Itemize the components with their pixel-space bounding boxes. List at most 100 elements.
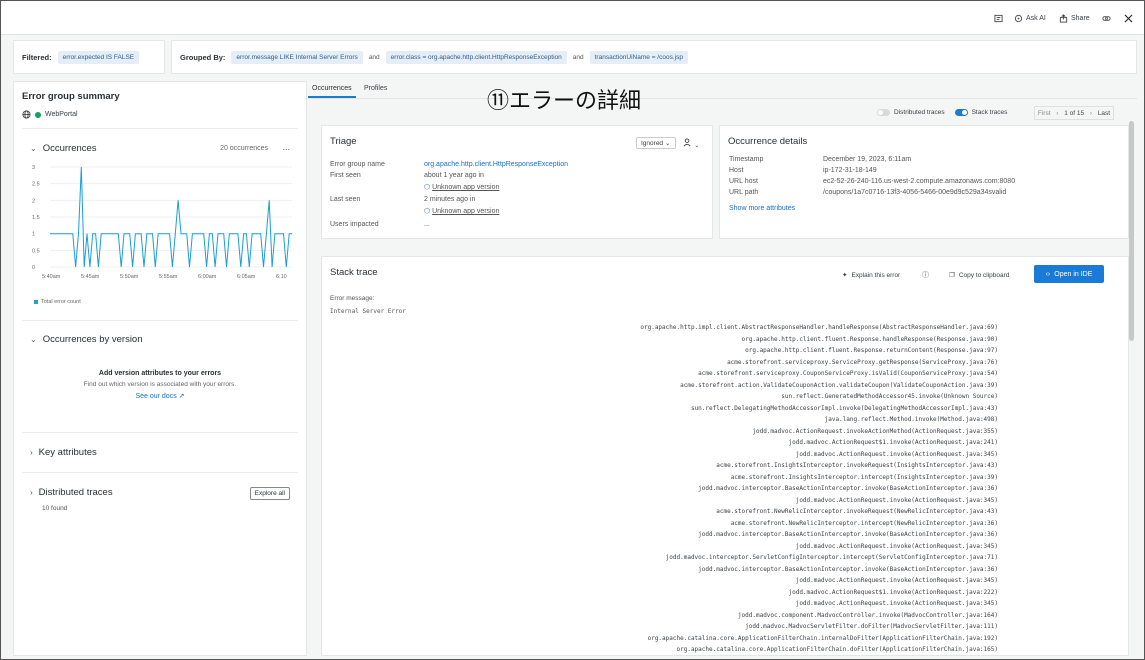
see-docs-link[interactable]: See our docs — [135, 393, 176, 400]
user-icon — [683, 138, 691, 147]
distributed-traces-toggle[interactable] — [877, 109, 890, 116]
occurrences-by-version-section: ⌄ Occurrences by version Add version att… — [22, 320, 298, 432]
stack-frame[interactable]: jodd.madvoc.ActionRequest$1.invoke(Actio… — [788, 589, 998, 596]
distributed-traces-section: › Distributed traces 10 found Explore al… — [22, 472, 298, 532]
app-version-link[interactable]: Unknown app version — [432, 208, 499, 215]
stack-frame[interactable]: jodd.madvoc.ActionRequest.invoke(ActionR… — [796, 497, 998, 504]
ask-ai-button[interactable]: Ask AI — [1011, 12, 1049, 25]
copy-to-clipboard-button[interactable]: ❐ Copy to clipboard — [949, 271, 1009, 280]
entity-name: WebPortal — [45, 111, 78, 118]
stack-frame[interactable]: acme.storefront.NewRelicInterceptor.inte… — [731, 520, 998, 527]
stack-frame[interactable]: org.apache.http.impl.client.AbstractResp… — [640, 324, 998, 331]
group-chip-transaction[interactable]: transactionUiName = /coos.jsp — [589, 50, 688, 64]
app-version-link[interactable]: Unknown app version — [432, 184, 499, 191]
stack-frame[interactable]: org.apache.catalina.core.ApplicationFilt… — [648, 635, 998, 642]
occurrence-details-card: Occurrence details Timestamp December 19… — [719, 125, 1129, 239]
info-icon[interactable]: ⓘ — [922, 270, 929, 280]
status-select[interactable]: Ignored ⌄ — [636, 137, 676, 149]
version-body: Find out which version is associated wit… — [83, 381, 237, 388]
more-menu-icon[interactable]: ... — [282, 142, 290, 152]
prev-page-icon[interactable]: ‹ — [1056, 110, 1058, 117]
page-indicator: 1 of 15 — [1064, 109, 1085, 117]
ai-icon — [1014, 14, 1023, 23]
open-in-ide-button[interactable]: ‹› Open in IDE — [1034, 265, 1104, 283]
filter-chip[interactable]: error.expected IS FALSE — [57, 50, 140, 64]
timestamp-value: December 19, 2023, 6:11am — [823, 156, 912, 163]
tab-profiles[interactable]: Profiles — [364, 85, 387, 92]
key-attributes-header[interactable]: › Key attributes — [30, 447, 97, 458]
stack-frame[interactable]: jodd.madvoc.ActionRequest.invoke(ActionR… — [796, 577, 998, 584]
chevron-down-icon: ⌄ — [665, 140, 671, 147]
group-chip-class[interactable]: error.class = org.apache.http.client.Htt… — [385, 50, 567, 64]
show-more-attributes-link[interactable]: Show more attributes — [729, 205, 795, 212]
share-button[interactable]: Share — [1056, 12, 1093, 25]
stack-frame[interactable]: jodd.madvoc.ActionRequest.invokeActionMe… — [752, 428, 998, 435]
app-version-row: ⬡ Unknown app version — [424, 207, 499, 215]
stack-frame[interactable]: jodd.madvoc.interceptor.BaseActionInterc… — [698, 485, 998, 492]
copy-link-button[interactable] — [1099, 12, 1114, 25]
stack-frame[interactable]: jodd.madvoc.interceptor.BaseActionInterc… — [698, 531, 998, 538]
stack-frame[interactable]: sun.reflect.DelegatingMethodAccessorImpl… — [691, 405, 998, 412]
stack-frame[interactable]: jodd.madvoc.component.MadvocController.i… — [738, 612, 998, 619]
scrollbar[interactable] — [1129, 121, 1134, 341]
stack-frame[interactable]: sun.reflect.GeneratedMethodAccessor45.in… — [781, 393, 998, 400]
stack-frame[interactable]: acme.storefront.NewRelicInterceptor.invo… — [716, 508, 998, 515]
key-attributes-title: Key attributes — [38, 447, 97, 458]
triage-label: First seen — [330, 172, 361, 179]
grouped-by-label: Grouped By: — [180, 52, 226, 62]
stack-frame[interactable]: org.apache.http.client.fluent.Response.r… — [745, 347, 998, 354]
stack-frame[interactable]: java.lang.reflect.Method.invoke(Method.j… — [825, 416, 998, 423]
distributed-traces-header[interactable]: › Distributed traces — [30, 487, 113, 498]
error-message-label: Error message: — [330, 295, 375, 302]
share-label: Share — [1071, 15, 1090, 22]
stack-frame[interactable]: jodd.madvoc.MadvocServletFilter.doFilter… — [745, 623, 998, 630]
x-tick-label: 6:00am — [198, 274, 217, 280]
top-toolbar: Ask AI Share — [1, 1, 1144, 35]
stack-frame[interactable]: acme.storefront.InsightsInterceptor.inte… — [731, 474, 998, 481]
occurrences-title: Occurrences — [42, 143, 97, 154]
stack-frame[interactable]: jodd.madvoc.ActionRequest$1.invoke(Actio… — [788, 439, 998, 446]
x-tick-label: 6:05am — [237, 274, 256, 280]
trace-toggles: Distributed traces Stack traces — [877, 109, 1007, 116]
filtered-bar: Filtered: error.expected IS FALSE — [13, 40, 165, 74]
last-page-button[interactable]: Last — [1098, 110, 1110, 117]
stack-frame[interactable]: acme.storefront.serviceproxy.ServiceProx… — [727, 359, 998, 366]
last-seen-value: 2 minutes ago in — [424, 196, 476, 203]
close-icon — [1124, 14, 1133, 23]
stack-frame[interactable]: jodd.madvoc.ActionRequest.invoke(ActionR… — [796, 543, 998, 550]
tab-occurrences[interactable]: Occurrences — [308, 85, 356, 98]
stack-frame[interactable]: org.apache.http.client.fluent.Response.h… — [742, 336, 998, 343]
assign-user-button[interactable]: ⌄ — [683, 138, 699, 149]
filtered-label: Filtered: — [22, 52, 52, 62]
explore-all-button[interactable]: Explore all — [249, 487, 290, 500]
y-tick-label: 0.5 — [32, 248, 40, 254]
occurrences-count: 20 occurrences — [220, 145, 268, 152]
x-tick-label: 5:45am — [81, 274, 100, 280]
close-button[interactable] — [1121, 12, 1136, 25]
chart-legend: Total error count — [34, 299, 81, 305]
first-page-button[interactable]: First — [1038, 110, 1051, 117]
y-tick-label: 0 — [32, 265, 35, 271]
notes-icon[interactable] — [991, 12, 1006, 25]
group-chip-message[interactable]: error.message LIKE Internal Server Error… — [231, 50, 363, 64]
entity-row[interactable]: WebPortal — [22, 110, 78, 119]
stack-frame[interactable]: jodd.madvoc.ActionRequest.invoke(ActionR… — [796, 451, 998, 458]
stack-frame[interactable]: jodd.madvoc.interceptor.BaseActionInterc… — [698, 566, 998, 573]
pagination: First ‹ 1 of 15 › Last — [1034, 106, 1114, 120]
stack-frame[interactable]: org.apache.catalina.core.ApplicationFilt… — [677, 646, 999, 653]
by-version-header[interactable]: ⌄ Occurrences by version — [30, 334, 143, 345]
grouped-by-bar: Grouped By: error.message LIKE Internal … — [171, 40, 1137, 74]
next-page-icon[interactable]: › — [1090, 110, 1092, 117]
stack-frame[interactable]: acme.storefront.InsightsInterceptor.invo… — [716, 462, 998, 469]
explain-error-button[interactable]: ✦ Explain this error — [842, 271, 900, 280]
y-tick-label: 3 — [32, 165, 35, 171]
error-group-name-link[interactable]: org.apache.http.client.HttpResponseExcep… — [424, 161, 568, 168]
x-tick-label: 6:10 — [276, 274, 287, 280]
stack-frame[interactable]: jodd.madvoc.interceptor.ServletConfigInt… — [666, 554, 998, 561]
occurrences-header[interactable]: ⌄ Occurrences — [30, 143, 97, 154]
x-tick-label: 5:55am — [159, 274, 178, 280]
stack-frame[interactable]: acme.storefront.action.ValidateCouponAct… — [680, 382, 998, 389]
stack-frame[interactable]: acme.storefront.serviceproxy.CouponServi… — [698, 370, 998, 377]
stack-frame[interactable]: jodd.madvoc.ActionRequest.invoke(ActionR… — [796, 600, 998, 607]
stack-traces-toggle[interactable] — [954, 109, 968, 116]
